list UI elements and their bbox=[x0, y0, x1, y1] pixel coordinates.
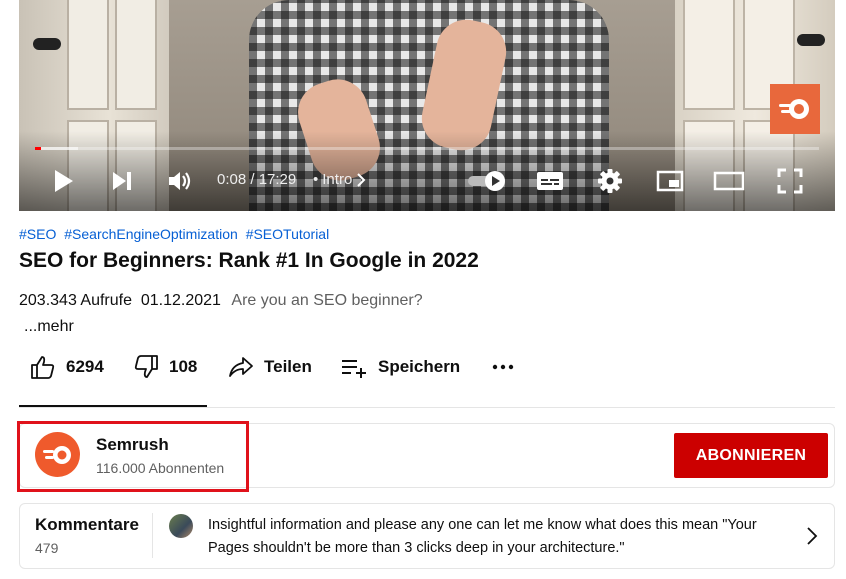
chevron-right-icon bbox=[357, 172, 366, 187]
buffer-fill bbox=[35, 147, 79, 150]
play-icon bbox=[55, 170, 73, 192]
dislike-count: 108 bbox=[169, 357, 198, 376]
show-more-link[interactable]: ...mehr bbox=[24, 318, 74, 336]
like-count: 6294 bbox=[66, 357, 104, 376]
description-snippet: Are you an SEO beginner? bbox=[231, 292, 423, 309]
save-icon bbox=[342, 360, 366, 378]
like-icon bbox=[31, 356, 55, 379]
chapter-separator: • bbox=[313, 171, 319, 188]
miniplayer-icon bbox=[656, 170, 684, 192]
semrush-logo bbox=[779, 99, 809, 119]
time-display: 0:08 / 17:29 bbox=[217, 171, 297, 188]
settings-icon bbox=[598, 169, 622, 193]
subscriber-count: 116.000 Abonnenten bbox=[96, 460, 225, 476]
video-title: SEO for Beginners: Rank #1 In Google in … bbox=[19, 249, 479, 272]
share-button[interactable]: Teilen bbox=[228, 352, 312, 382]
share-icon bbox=[229, 357, 253, 377]
chevron-right-icon bbox=[807, 527, 818, 545]
player-controls: 0:08 / 17:29 • Intro bbox=[19, 160, 835, 202]
chapter-button[interactable]: • Intro bbox=[313, 171, 366, 188]
hashtag-link[interactable]: #SEO bbox=[19, 226, 56, 242]
hashtag-link[interactable]: #SearchEngineOptimization bbox=[64, 226, 238, 242]
divider bbox=[19, 407, 835, 408]
comments-count: 479 bbox=[35, 540, 59, 556]
play-button[interactable] bbox=[49, 166, 79, 196]
settings-button[interactable] bbox=[593, 166, 627, 196]
more-icon bbox=[492, 364, 514, 370]
fullscreen-button[interactable] bbox=[773, 166, 807, 196]
semrush-watermark[interactable] bbox=[770, 84, 820, 134]
save-label: Speichern bbox=[378, 357, 461, 376]
view-count: 203.343 Aufrufe bbox=[19, 292, 132, 309]
dislike-button[interactable]: 108 bbox=[133, 352, 197, 382]
top-comment-text: Insightful information and please any on… bbox=[208, 517, 757, 556]
more-actions-button[interactable] bbox=[490, 352, 516, 382]
comments-title: Kommentare bbox=[35, 515, 139, 534]
like-button[interactable]: 6294 bbox=[30, 352, 104, 382]
video-player[interactable]: 0:08 / 17:29 • Intro bbox=[19, 0, 835, 211]
chapter-label: Intro bbox=[322, 171, 353, 188]
hashtag-link[interactable]: #SEOTutorial bbox=[246, 226, 330, 242]
miniplayer-button[interactable] bbox=[653, 166, 687, 196]
subtitles-button[interactable] bbox=[533, 166, 567, 196]
channel-avatar[interactable] bbox=[35, 432, 80, 477]
hashtags: #SEO #SearchEngineOptimization #SEOTutor… bbox=[19, 226, 333, 242]
next-icon bbox=[113, 172, 131, 190]
upload-date: 01.12.2021 bbox=[140, 292, 221, 309]
dislike-icon bbox=[134, 355, 158, 378]
commenter-avatar bbox=[169, 514, 193, 538]
subtitles-icon bbox=[537, 172, 563, 190]
expand-comments-button[interactable] bbox=[806, 526, 818, 551]
channel-name[interactable]: Semrush bbox=[96, 435, 169, 455]
save-button[interactable]: Speichern bbox=[340, 352, 460, 382]
video-stats[interactable]: 203.343 Aufrufe 01.12.2021 Are you an SE… bbox=[19, 292, 423, 310]
theater-icon bbox=[713, 171, 745, 191]
fullscreen-icon bbox=[777, 168, 803, 194]
next-button[interactable] bbox=[107, 166, 137, 196]
subscribe-button[interactable]: ABONNIEREN bbox=[674, 433, 828, 478]
volume-button[interactable] bbox=[165, 166, 195, 196]
autoplay-toggle[interactable] bbox=[465, 166, 509, 196]
playback-fill bbox=[35, 147, 42, 150]
comments-separator bbox=[152, 513, 153, 558]
progress-bar[interactable] bbox=[35, 147, 819, 150]
autoplay-toggle-icon bbox=[468, 171, 505, 191]
theater-button[interactable] bbox=[711, 166, 747, 196]
share-label: Teilen bbox=[264, 357, 312, 376]
semrush-logo bbox=[42, 445, 71, 464]
volume-icon bbox=[169, 172, 191, 190]
